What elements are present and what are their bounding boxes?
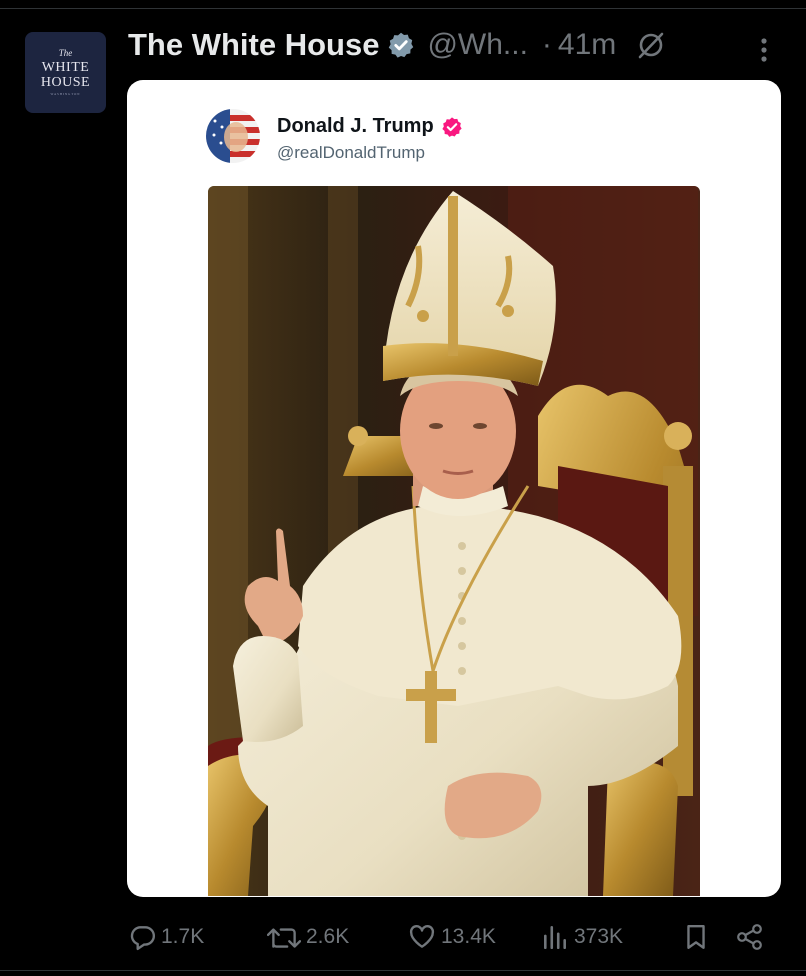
repost-button[interactable]: 2.6K (267, 915, 349, 959)
separator-dot: · (541, 28, 552, 61)
views-button[interactable]: 373K (541, 915, 623, 959)
heart-icon (409, 925, 435, 948)
quoted-author-name[interactable]: Donald J. Trump (277, 115, 434, 138)
verified-badge-icon[interactable] (387, 31, 415, 59)
avatar-text-house: HOUSE (40, 75, 91, 90)
repost-count: 2.6K (306, 925, 350, 948)
avatar-text-white: WHITE (41, 60, 90, 75)
post-header: The White House @Wh... · 41m (128, 22, 788, 68)
views-chart-icon (544, 926, 566, 950)
repost-icon (267, 928, 301, 948)
avatar-text-washington: WASHINGTON (50, 92, 81, 96)
quoted-post-card[interactable]: Donald J. Trump @realDonaldTrump (127, 80, 781, 897)
more-options-icon[interactable] (757, 36, 771, 66)
reply-button[interactable]: 1.7K (128, 915, 204, 959)
reply-icon (130, 926, 156, 951)
action-bar: 1.7K 2.6K 13.4K 373K (0, 915, 806, 959)
avatar-text-the: The (58, 48, 73, 58)
quoted-author-avatar[interactable] (206, 109, 260, 163)
top-divider (0, 8, 806, 9)
pope-portrait-image[interactable] (208, 186, 700, 896)
post-time[interactable]: 41m (558, 28, 616, 62)
reply-count: 1.7K (161, 925, 205, 948)
author-name[interactable]: The White House (128, 27, 379, 63)
bottom-divider (0, 970, 806, 971)
like-count: 13.4K (441, 925, 496, 948)
grok-icon[interactable] (636, 30, 666, 60)
bookmark-icon (687, 925, 705, 949)
quoted-verified-badge-icon (441, 116, 463, 138)
like-button[interactable]: 13.4K (408, 915, 496, 959)
share-button[interactable] (736, 915, 764, 959)
author-avatar[interactable]: The WHITE HOUSE WASHINGTON (25, 32, 106, 113)
share-icon (737, 924, 762, 950)
views-count: 373K (574, 925, 624, 948)
quoted-author-handle[interactable]: @realDonaldTrump (277, 143, 425, 163)
author-handle[interactable]: @Wh... (427, 28, 527, 62)
quoted-author-name-row[interactable]: Donald J. Trump (277, 115, 463, 138)
bookmark-button[interactable] (682, 915, 710, 959)
